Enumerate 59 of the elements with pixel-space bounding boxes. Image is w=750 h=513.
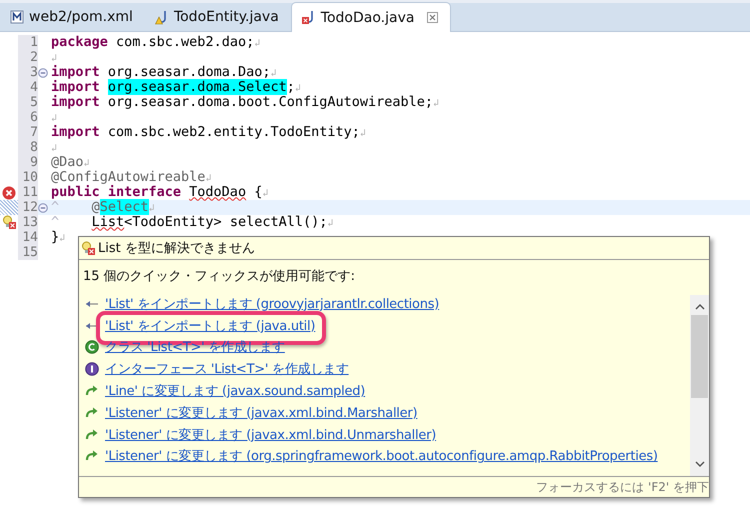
lightbulb-error-icon <box>81 240 95 256</box>
code-line: public interface TodoDao {↲ <box>50 184 268 200</box>
scroll-down-icon <box>694 461 704 468</box>
line-number: 2 <box>18 50 38 65</box>
code-line: ↲ <box>50 142 58 156</box>
line-number: 11 <box>18 185 38 200</box>
line-number: 8 <box>18 140 38 155</box>
curved-arrow-icon <box>85 428 99 441</box>
quick-fix-link[interactable]: 'Listener' に変更します (org.springframework.boot.autoconfigure.amqp.RabbitProperties) <box>105 447 658 466</box>
curved-arrow-icon <box>85 406 99 419</box>
import-arrow-icon <box>85 298 99 309</box>
code-line: ^ List<TodoEntity> selectAll();↲ <box>50 214 334 230</box>
code-line: package com.sbc.web2.dao;↲ <box>50 34 260 50</box>
editor-tab[interactable]: web2/pom.xml <box>0 3 145 31</box>
focus-hint: フォーカスするには 'F2' を押下 <box>536 478 709 496</box>
curved-arrow-icon <box>85 450 99 462</box>
curved-arrow-icon <box>85 385 99 398</box>
code-line: }↲ <box>50 230 66 246</box>
line-number: 4 <box>18 80 38 95</box>
code-line: ↲ <box>50 112 58 125</box>
line-number: 5 <box>18 95 38 110</box>
close-icon[interactable] <box>427 12 438 23</box>
code-line: @ConfigAutowireable↲ <box>50 170 212 185</box>
code-line: import org.seasar.doma.boot.ConfigAutowireable;↲ <box>50 94 440 110</box>
quick-fix-link[interactable]: 'Listener' に変更します (javax.xml.bind.Marshaller) <box>105 404 418 422</box>
interface-icon <box>85 362 99 376</box>
class-icon <box>85 340 99 354</box>
line-number: 12 <box>18 200 38 215</box>
collapse-icon[interactable] <box>38 202 48 212</box>
scroll-up-icon <box>694 303 704 310</box>
code-line: @Dao↲ <box>50 154 90 170</box>
editor-tab[interactable]: TodoDao.java <box>290 2 452 32</box>
line-number: 1 <box>18 35 38 50</box>
line-number: 9 <box>18 155 38 170</box>
quick-fix-link[interactable]: 'List' をインポートします (groovyjarjarantlr.collections) <box>105 294 440 313</box>
line-number: 15 <box>18 245 38 260</box>
line-number: 10 <box>18 170 38 185</box>
code-line: ^ @Select↲ <box>50 200 155 216</box>
quick-fix-link[interactable]: インターフェース 'List<T>' を作成します <box>105 360 349 378</box>
scrollbar-thumb[interactable] <box>691 315 708 398</box>
quick-fix-link[interactable]: 'Listener' に変更します (javax.xml.bind.Unmarshaller) <box>105 426 436 444</box>
line-number: 13 <box>18 215 38 230</box>
problem-message: List を型に解決できません <box>98 240 255 257</box>
line-number: 3 <box>18 65 38 80</box>
code-line: import org.seasar.doma.Select;↲ <box>50 80 301 95</box>
code-line: import org.seasar.doma.Dao;↲ <box>50 64 276 80</box>
line-number: 14 <box>18 230 38 245</box>
scrollbar[interactable] <box>690 295 709 476</box>
code-line: ↲ <box>50 52 58 65</box>
import-arrow-icon <box>85 320 99 331</box>
fix-count-text: 15 個のクイック・フィックスが使用可能です: <box>82 268 356 286</box>
collapse-icon[interactable] <box>38 68 48 78</box>
editor-tab[interactable]: TodoEntity.java <box>144 3 291 31</box>
line-number: 6 <box>18 110 38 125</box>
quick-fix-link[interactable]: 'List' をインポートします (java.util) <box>105 316 316 335</box>
code-line: import com.sbc.web2.entity.TodoEntity;↲ <box>50 124 366 140</box>
quick-fix-link[interactable]: 'Line' に変更します (javax.sound.sampled) <box>105 382 366 400</box>
quick-fix-link[interactable]: クラス 'List<T>' を作成します <box>105 338 285 356</box>
line-number: 7 <box>18 125 38 140</box>
